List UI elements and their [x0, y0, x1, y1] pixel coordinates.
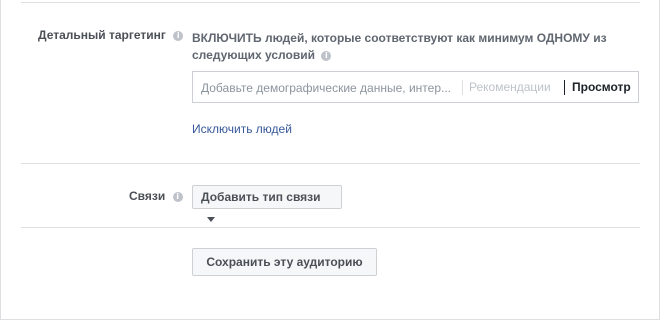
save-audience-label: Сохранить эту аудиторию [206, 255, 363, 269]
chevron-down-icon [207, 217, 215, 223]
recommendations-button[interactable]: Рекомендации [469, 80, 551, 94]
detailed-targeting-row-label: Детальный таргетинг i [38, 28, 184, 42]
search-placeholder[interactable]: Добавьте демографические данные, интер..… [201, 81, 451, 95]
section-divider [21, 163, 640, 164]
save-audience-button[interactable]: Сохранить эту аудиторию [192, 248, 377, 276]
detailed-targeting-input[interactable]: Добавьте демографические данные, интер..… [192, 71, 639, 103]
separator [462, 80, 463, 95]
section-divider [21, 227, 640, 228]
add-connection-type-button[interactable]: Добавить тип связи [192, 185, 342, 223]
audience-panel: Детальный таргетинг i ВКЛЮЧИТЬ людей, ко… [0, 0, 660, 320]
info-icon[interactable]: i [173, 30, 184, 41]
include-text: ВКЛЮЧИТЬ людей, которые соответствуют ка… [192, 31, 607, 62]
info-icon[interactable]: i [172, 191, 183, 202]
info-icon[interactable]: i [321, 50, 332, 61]
connections-label: Связи [129, 189, 166, 203]
add-connection-type-label: Добавить тип связи [201, 190, 321, 204]
separator [564, 80, 565, 95]
browse-button[interactable]: Просмотр [572, 80, 631, 94]
connections-row-label: Связи i [129, 189, 183, 203]
exclude-people-link[interactable]: Исключить людей [192, 122, 292, 136]
include-description: ВКЛЮЧИТЬ людей, которые соответствуют ка… [192, 30, 632, 64]
top-divider [21, 2, 640, 3]
detailed-targeting-label: Детальный таргетинг [38, 28, 166, 42]
